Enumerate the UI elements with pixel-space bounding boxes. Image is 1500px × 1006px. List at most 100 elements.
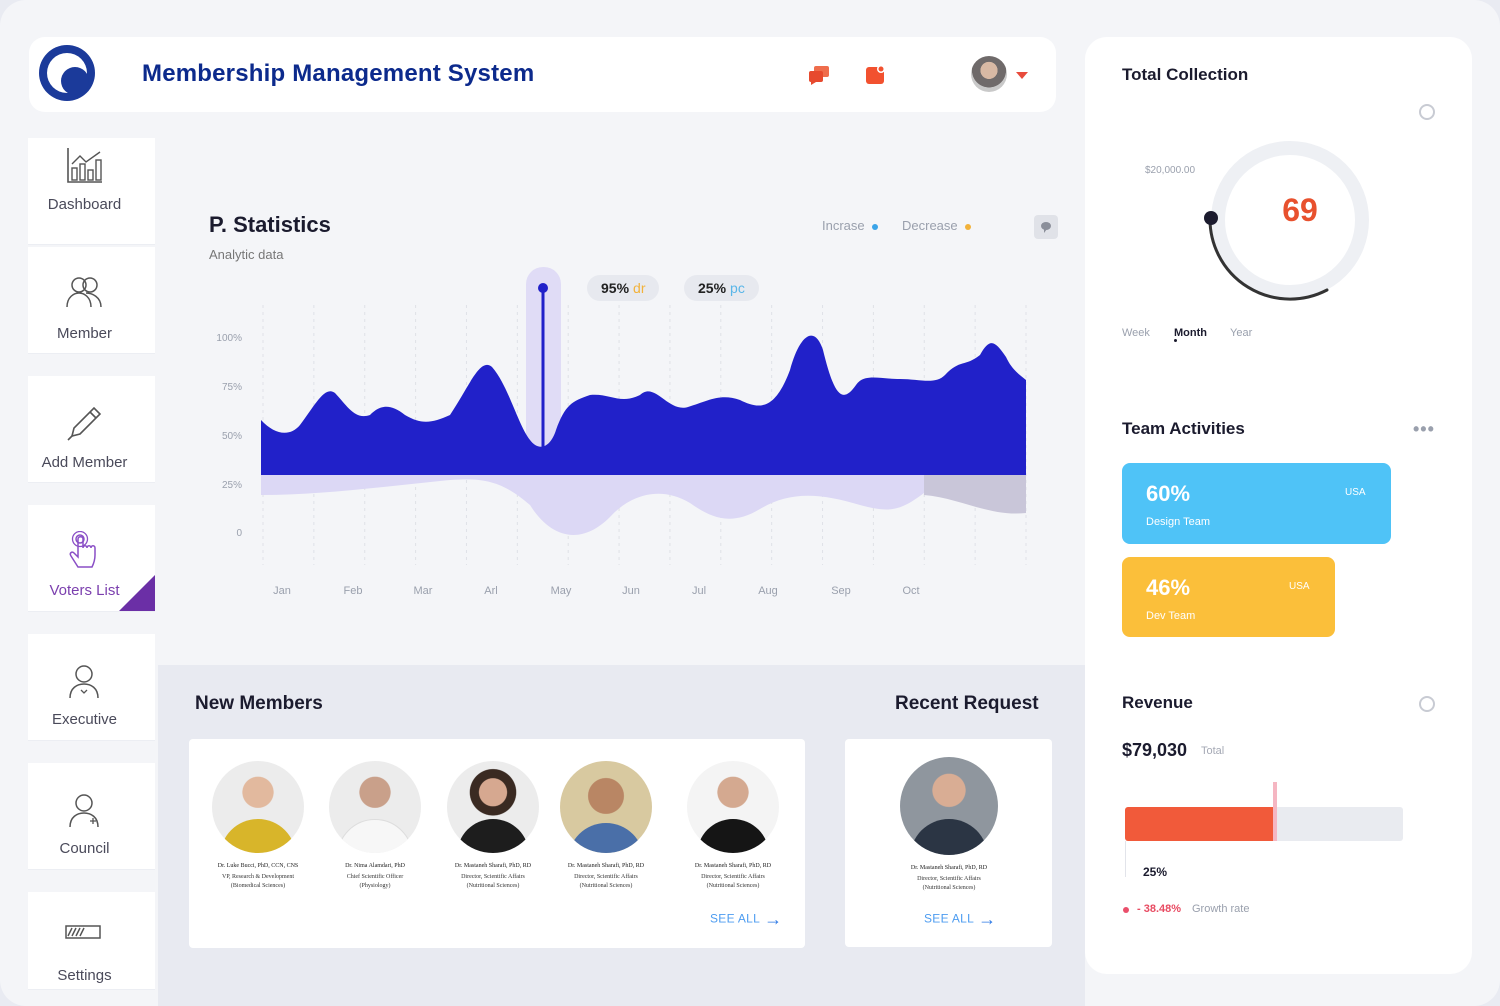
chevron-down-icon[interactable] (1016, 72, 1028, 79)
team-percent: 46% (1146, 575, 1191, 600)
team-percent: 60% (1146, 481, 1191, 506)
legend-increase[interactable]: Incrase (822, 218, 878, 233)
statistics-chart: 100% 75% 50% 25% 0 Jan Feb Mar Arl May Jun Jul Aug S… (216, 267, 1027, 597)
active-indicator (119, 575, 155, 611)
team-card-dev[interactable]: 46% Dev Team USA (1122, 557, 1335, 637)
member-photo (560, 761, 652, 853)
battery-settings-icon (65, 925, 101, 939)
notification-card-icon[interactable] (865, 65, 887, 85)
legend-decrease[interactable]: Decrease (902, 218, 971, 233)
legend-dot (871, 223, 878, 230)
period-week[interactable]: Week (1122, 327, 1150, 339)
highlight-point (538, 283, 548, 293)
increase-area (261, 335, 1026, 475)
sidebar-item-executive[interactable]: Executive (28, 634, 155, 741)
x-tick-label: Jan (273, 585, 291, 597)
member-name: Dr. Nima Alamdari, PhD (345, 863, 405, 869)
member-card[interactable]: Dr. Mastaneh Sharafi, PhD, RD Director, … (434, 761, 552, 891)
user-plus-icon (69, 794, 99, 828)
member-dept: (Biomedical Sciences) (230, 883, 286, 889)
member-name: Dr. Mastaneh Sharafi, PhD, RD (694, 863, 772, 869)
collection-amount: $20,000.00 (1145, 165, 1196, 176)
see-all-members-link[interactable]: SEE ALL → (710, 909, 782, 930)
sidebar-item-settings[interactable]: Settings (28, 892, 155, 990)
team-activities-title: Team Activities (1122, 419, 1245, 438)
sidebar-item-dashboard[interactable]: Dashboard (28, 138, 155, 245)
member-card[interactable]: Dr. Mastaneh Sharafi, PhD, RD Director, … (674, 761, 792, 891)
member-role: Director, Scientific Affairs (461, 874, 525, 880)
period-month[interactable]: Month (1174, 327, 1207, 339)
logo-icon[interactable] (39, 45, 95, 101)
sidebar-item-voters-list[interactable]: Voters List (28, 505, 155, 612)
top-bar: Membership Management System (29, 37, 1056, 112)
revenue-progress-label: 25% (1143, 865, 1168, 879)
member-dept: (Nutritional Sciences) (579, 883, 633, 889)
member-name: Dr. Mastaneh Sharafi, PhD, RD (567, 863, 645, 869)
member-dept: (Physiology) (359, 883, 391, 889)
recent-request-title: Recent Request (895, 693, 1039, 714)
x-tick-label: Jun (622, 585, 640, 597)
member-role: VP, Research & Development (222, 874, 294, 880)
x-tick-label: Sep (831, 585, 851, 597)
member-dept: (Nutritional Sciences) (706, 883, 760, 889)
revenue-title: Revenue (1122, 693, 1193, 712)
team-card-design[interactable]: 60% Design Team USA (1122, 463, 1391, 544)
y-tick-label: 0 (236, 528, 242, 539)
sidebar-item-add-member[interactable]: Add Member (28, 376, 155, 483)
request-card[interactable]: Dr. Mastaneh Sharafi, PhD, RD Director, … (890, 757, 1008, 893)
more-options-icon[interactable]: ••• (1413, 419, 1435, 440)
decrease-area (261, 475, 1026, 535)
see-all-label: SEE ALL (924, 911, 975, 926)
member-card[interactable]: Dr. Luke Bucci, PhD, CCN, CNS VP, Resear… (199, 761, 317, 891)
user-avatar[interactable] (971, 56, 1007, 92)
revenue-tick (1125, 841, 1126, 877)
member-name: Dr. Mastaneh Sharafi, PhD, RD (454, 863, 532, 869)
legend-label: Incrase (822, 218, 865, 233)
pencil-icon (67, 406, 102, 441)
right-panel: Total Collection $20,000.00 69 Week Mont… (1085, 37, 1472, 974)
request-dept: (Nutritional Sciences) (922, 885, 976, 891)
growth-indicator-dot (1123, 907, 1129, 913)
see-all-requests-link[interactable]: SEE ALL → (924, 909, 996, 930)
sidebar-item-member[interactable]: Member (28, 247, 155, 354)
x-axis: Jan Feb Mar Arl May Jun Jul Aug Sep Oct (273, 585, 919, 597)
request-role: Director, Scientific Affairs (917, 876, 981, 882)
sidebar-item-label: Member (56, 325, 112, 342)
sidebar-item-label: Council (59, 840, 110, 857)
x-tick-label: Oct (902, 585, 919, 597)
loading-icon[interactable] (1419, 696, 1435, 712)
team-country: USA (1345, 487, 1366, 498)
x-tick-label: May (551, 585, 572, 597)
collection-value: 69 (1282, 192, 1318, 228)
recent-request-card: Dr. Mastaneh Sharafi, PhD, RD Director, … (845, 739, 1052, 947)
bar-chart-icon (67, 148, 102, 183)
member-name: Dr. Luke Bucci, PhD, CCN, CNS (217, 863, 299, 869)
member-card[interactable]: Dr. Mastaneh Sharafi, PhD, RD Director, … (547, 761, 665, 891)
sidebar-item-council[interactable]: Council (28, 763, 155, 870)
x-tick-label: Arl (484, 585, 497, 597)
member-photo (687, 761, 779, 853)
member-dept: (Nutritional Sciences) (466, 883, 520, 889)
y-tick-label: 100% (216, 333, 242, 344)
arrow-right-icon: → (978, 909, 997, 929)
refresh-icon[interactable] (1419, 104, 1435, 120)
request-photo (900, 757, 998, 855)
projected-area (924, 475, 1026, 514)
team-name: Design Team (1146, 516, 1210, 528)
chat-bubbles-icon[interactable] (808, 65, 830, 85)
member-card[interactable]: Dr. Nima Alamdari, PhD Chief Scientific … (316, 761, 434, 891)
comment-icon[interactable] (1034, 215, 1058, 239)
y-axis: 100% 75% 50% 25% 0 (216, 333, 242, 539)
arrow-right-icon: → (764, 909, 783, 929)
growth-label: Growth rate (1192, 903, 1250, 915)
member-photo (212, 761, 304, 853)
app-window: Membership Management System Dashboard M… (0, 0, 1500, 1006)
tap-hand-icon (69, 531, 96, 568)
see-all-label: SEE ALL (710, 911, 761, 926)
y-tick-label: 50% (222, 431, 242, 442)
period-year[interactable]: Year (1230, 327, 1252, 339)
sidebar: Dashboard Member Add Member Voters List … (28, 138, 158, 990)
new-members-card: Dr. Luke Bucci, PhD, CCN, CNS VP, Resear… (189, 739, 805, 948)
revenue-progress-fill (1125, 807, 1275, 841)
request-name: Dr. Mastaneh Sharafi, PhD, RD (910, 865, 988, 871)
